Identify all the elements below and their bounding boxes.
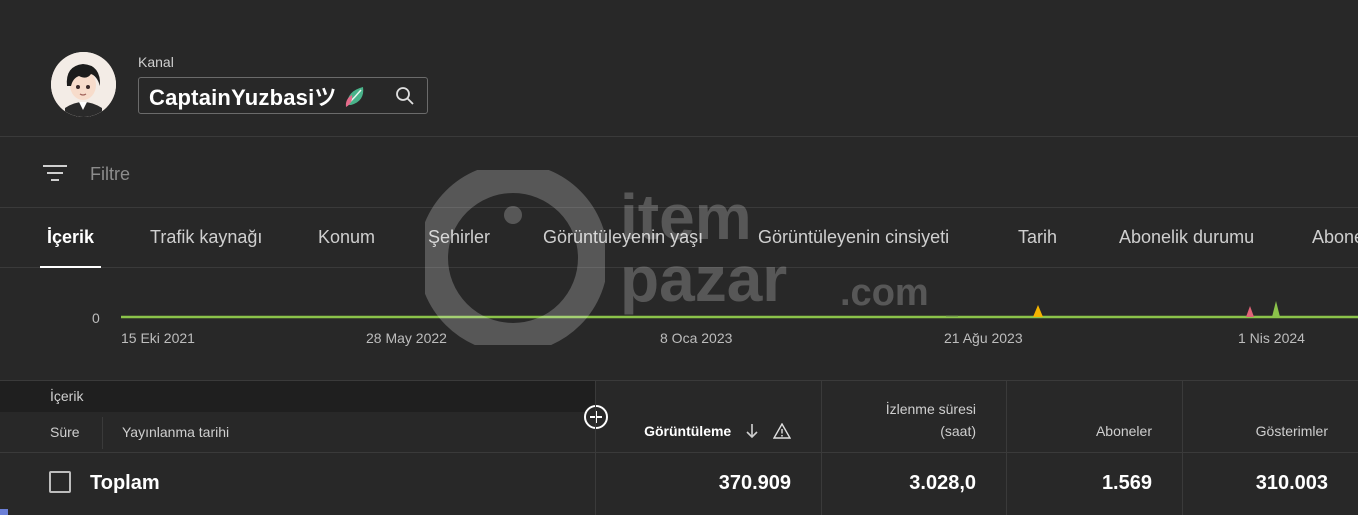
- chart-spike-apr-2024-a: [1246, 306, 1254, 317]
- chart-svg: 0 15 Eki 2021 28 May 2022 8 Oca 2023 21 …: [92, 301, 1358, 346]
- channel-label: Kanal: [138, 54, 174, 70]
- tab-subscriber-truncated[interactable]: Abone: [1312, 209, 1358, 268]
- time-chart: 0 15 Eki 2021 28 May 2022 8 Oca 2023 21 …: [0, 269, 1358, 379]
- content-header: İçerik: [0, 381, 596, 412]
- x-axis-tick: 28 May 2022: [366, 330, 447, 346]
- filter-input[interactable]: [90, 160, 590, 188]
- search-icon[interactable]: [395, 86, 415, 106]
- dimension-tabs: İçerik Trafik kaynağı Konum Şehirler Gör…: [0, 209, 1358, 268]
- tab-content[interactable]: İçerik: [39, 209, 102, 268]
- next-row-accent: [0, 509, 8, 515]
- tab-cities[interactable]: Şehirler: [428, 209, 490, 268]
- chart-spike-apr-2024-b: [1272, 301, 1280, 317]
- channel-selector[interactable]: CaptainYuzbasiツ: [138, 77, 428, 114]
- subscribers-header-label: Aboneler: [1095, 423, 1152, 439]
- leaf-emoji-icon: [345, 86, 363, 107]
- watch-time-header-line2: (saat): [940, 423, 976, 439]
- total-watch-time-value: 3.028,0: [909, 472, 976, 494]
- filter-bar: [0, 138, 1358, 208]
- total-row-checkbox[interactable]: [49, 471, 71, 493]
- published-date-column-header[interactable]: Yayınlanma tarihi: [122, 424, 229, 440]
- channel-name: CaptainYuzbasiツ: [149, 84, 337, 110]
- analytics-page: Kanal CaptainYuzbasiツ İçerik Trafik kayn…: [0, 0, 1358, 515]
- x-axis-tick: 21 Ağu 2023: [944, 330, 1023, 346]
- filter-icon[interactable]: [43, 163, 67, 183]
- warning-icon[interactable]: [772, 422, 792, 439]
- views-column-header[interactable]: Görüntüleme: [600, 381, 792, 452]
- x-axis-tick: 15 Eki 2021: [121, 330, 195, 346]
- column-divider: [102, 417, 103, 449]
- total-subscribers-value: 1.569: [1101, 472, 1152, 494]
- total-impressions-value: 310.003: [1255, 472, 1328, 494]
- total-label: Toplam: [90, 472, 160, 494]
- chart-spike-aug-2023: [1033, 305, 1043, 317]
- avatar-illustration-icon: [51, 52, 116, 117]
- content-table: İçerik Süre Yayınlanma tarihi Görüntülem…: [0, 380, 1358, 515]
- watch-time-column-header[interactable]: İzlenme süresi (saat): [830, 381, 976, 452]
- content-column-header: İçerik Süre Yayınlanma tarihi: [0, 381, 596, 452]
- tab-traffic-source[interactable]: Trafik kaynağı: [150, 209, 262, 268]
- tab-viewer-gender[interactable]: Görüntüleyenin cinsiyeti: [758, 209, 949, 268]
- total-row: Toplam 370.909 3.028,0 1.569 310.003: [0, 453, 1358, 513]
- impressions-header-label: Gösterimler: [1255, 423, 1328, 439]
- impressions-column-header[interactable]: Gösterimler: [1190, 381, 1328, 452]
- views-header-label: Görüntüleme: [644, 423, 732, 439]
- sort-down-arrow-icon: [746, 424, 758, 439]
- subscribers-column-header[interactable]: Aboneler: [1015, 381, 1152, 452]
- tab-date[interactable]: Tarih: [1018, 209, 1057, 268]
- channel-header: Kanal CaptainYuzbasiツ: [0, 0, 1358, 137]
- duration-column-header[interactable]: Süre: [50, 424, 80, 440]
- x-axis-tick: 1 Nis 2024: [1238, 330, 1305, 346]
- x-axis-tick: 8 Oca 2023: [660, 330, 733, 346]
- watch-time-header-line1: İzlenme süresi: [885, 401, 976, 417]
- y-axis-tick: 0: [92, 310, 100, 326]
- tab-viewer-age[interactable]: Görüntüleyenin yaşı: [543, 209, 703, 268]
- tab-location[interactable]: Konum: [318, 209, 375, 268]
- channel-avatar[interactable]: [51, 52, 116, 117]
- tab-subscription-status[interactable]: Abonelik durumu: [1119, 209, 1254, 268]
- total-views-value: 370.909: [718, 472, 791, 494]
